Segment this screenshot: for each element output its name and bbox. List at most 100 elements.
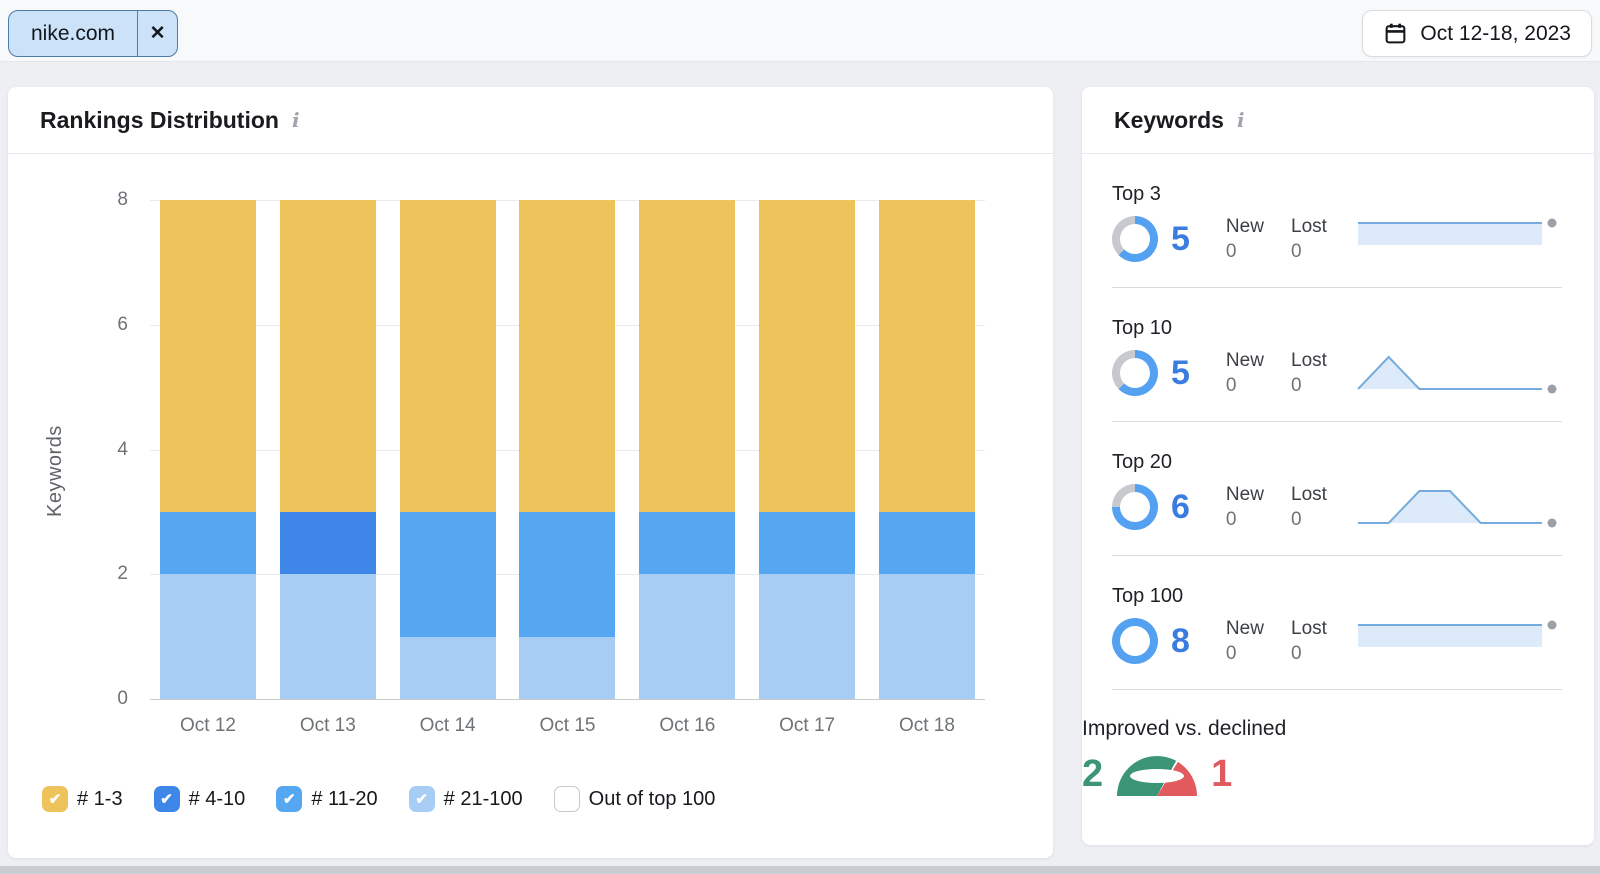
close-icon[interactable]: ✕ — [137, 11, 177, 56]
lost-label: Lost — [1291, 216, 1338, 238]
keyword-sparkline — [1356, 215, 1562, 263]
sparkline-end-dot — [1548, 385, 1557, 394]
checkbox-unchecked-icon[interactable] — [554, 786, 580, 812]
info-icon[interactable]: i — [1234, 108, 1248, 132]
y-tick-label: 2 — [88, 564, 128, 584]
sparkline-end-dot — [1548, 219, 1557, 228]
keyword-count: 6 — [1171, 488, 1226, 527]
x-axis-line — [150, 699, 985, 700]
bar-segment-11-20[interactable] — [519, 512, 615, 637]
bar-segment-21-100[interactable] — [519, 637, 615, 699]
bar-segment-1-3[interactable] — [519, 200, 615, 512]
keyword-row-label: Top 3 — [1112, 183, 1562, 206]
new-value: 0 — [1226, 375, 1273, 397]
bar-segment-21-100[interactable] — [879, 574, 975, 699]
new-label: New — [1226, 484, 1273, 506]
keyword-row-top100: Top 1008New0Lost0 — [1112, 556, 1562, 690]
lost-value: 0 — [1291, 643, 1338, 665]
bar-segment-1-3[interactable] — [759, 200, 855, 512]
improved-vs-declined-gauge-row: 2 1 — [1082, 754, 1594, 796]
keyword-sparkline — [1356, 617, 1562, 665]
bar-segment-21-100[interactable] — [280, 574, 376, 699]
bar-segment-1-3[interactable] — [160, 200, 256, 512]
keyword-row-line: 5New0Lost0 — [1112, 349, 1562, 397]
improved-vs-declined-label: Improved vs. declined — [1082, 717, 1594, 741]
keyword-row-top10: Top 105New0Lost0 — [1112, 288, 1562, 422]
keyword-sparkline — [1356, 349, 1562, 397]
improved-vs-declined-section: Improved vs. declined 2 1 — [1082, 690, 1594, 796]
gauge-hole — [1130, 769, 1184, 783]
legend-item-4-10[interactable]: ✔# 4-10 — [154, 786, 246, 812]
x-tick-label: Oct 14 — [398, 715, 498, 737]
new-value: 0 — [1226, 241, 1273, 263]
chart-legend: ✔# 1-3✔# 4-10✔# 11-20✔# 21-100Out of top… — [42, 784, 715, 814]
x-tick-label: Oct 17 — [757, 715, 857, 737]
y-tick-label: 6 — [88, 315, 128, 335]
lost-value: 0 — [1291, 509, 1338, 531]
y-tick-label: 8 — [88, 190, 128, 210]
x-tick-label: Oct 18 — [877, 715, 977, 737]
x-tick-label: Oct 15 — [517, 715, 617, 737]
bottom-strip — [0, 866, 1600, 874]
bar-segment-1-3[interactable] — [400, 200, 496, 512]
bar-segment-21-100[interactable] — [639, 574, 735, 699]
lost-column: Lost 0 — [1291, 216, 1338, 263]
improved-declined-gauge — [1117, 756, 1197, 796]
lost-label: Lost — [1291, 350, 1338, 372]
donut-hole — [1120, 492, 1150, 522]
rankings-chart: Keywords 02468Oct 12Oct 13Oct 14Oct 15Oc… — [8, 87, 1053, 858]
lost-label: Lost — [1291, 618, 1338, 640]
lost-column: Lost0 — [1291, 350, 1338, 397]
legend-item-11-20[interactable]: ✔ # 11-20 — [276, 786, 377, 812]
legend-item-21-100[interactable]: ✔ # 21-100 — [409, 786, 523, 812]
bar-segment-1-3[interactable] — [879, 200, 975, 512]
legend-label: # 1-3 — [77, 788, 123, 811]
keyword-donut — [1112, 618, 1158, 664]
domain-chip[interactable]: nike.com ✕ — [8, 10, 178, 57]
checkbox-checked-icon[interactable]: ✔ — [42, 786, 68, 812]
bar-segment-21-100[interactable] — [759, 574, 855, 699]
legend-item-1-3[interactable]: ✔ # 1-3 — [42, 786, 123, 812]
bar-segment-11-20[interactable] — [400, 512, 496, 637]
rankings-distribution-card: Rankings Distribution i Keywords 02468Oc… — [8, 87, 1053, 858]
new-label: New — [1226, 216, 1273, 238]
bar-segment-4-10[interactable] — [280, 512, 376, 574]
declined-count: 1 — [1211, 754, 1232, 794]
keyword-row-line: 5New0Lost0 — [1112, 215, 1562, 263]
lost-label: Lost — [1291, 484, 1338, 506]
lost-column: Lost 0 — [1291, 484, 1338, 531]
new-label: New — [1226, 350, 1273, 372]
bar-segment-11-20[interactable] — [160, 512, 256, 574]
sparkline-end-dot — [1548, 519, 1557, 528]
legend-label: # 21-100 — [444, 788, 523, 811]
bar-segment-21-100[interactable] — [400, 637, 496, 699]
bar-segment-11-20[interactable] — [639, 512, 735, 574]
sparkline-end-dot — [1548, 621, 1557, 630]
donut-hole — [1120, 358, 1150, 388]
keyword-row-label: Top 10 — [1112, 317, 1562, 340]
x-tick-label: Oct 13 — [278, 715, 378, 737]
donut-hole — [1120, 224, 1150, 254]
bar-segment-21-100[interactable] — [160, 574, 256, 699]
keywords-card-title: Keywords — [1114, 107, 1224, 134]
date-range-picker[interactable]: Oct 12-18, 2023 — [1362, 10, 1592, 57]
bar-segment-11-20[interactable] — [879, 512, 975, 574]
new-column: New0 — [1226, 618, 1273, 665]
keyword-row-label: Top 20 — [1112, 451, 1562, 474]
legend-item-outoftop100[interactable]: Out of top 100 — [554, 786, 716, 812]
lost-value: 0 — [1291, 241, 1338, 263]
new-column: New 0 — [1226, 350, 1273, 397]
keyword-donut — [1112, 484, 1158, 530]
checkbox-checked-icon[interactable]: ✔ — [276, 786, 302, 812]
bar-segment-1-3[interactable] — [280, 200, 376, 512]
legend-label: Out of top 100 — [589, 788, 716, 811]
keyword-row-line: 8New0Lost0 — [1112, 617, 1562, 665]
bar-segment-1-3[interactable] — [639, 200, 735, 512]
checkbox-checked-icon[interactable]: ✔ — [409, 786, 435, 812]
checkbox-checked-icon[interactable]: ✔ — [154, 786, 180, 812]
donut-hole — [1120, 626, 1150, 656]
new-value: 0 — [1226, 643, 1273, 665]
bar-segment-11-20[interactable] — [759, 512, 855, 574]
keyword-donut — [1112, 350, 1158, 396]
legend-label: # 11-20 — [311, 788, 377, 811]
